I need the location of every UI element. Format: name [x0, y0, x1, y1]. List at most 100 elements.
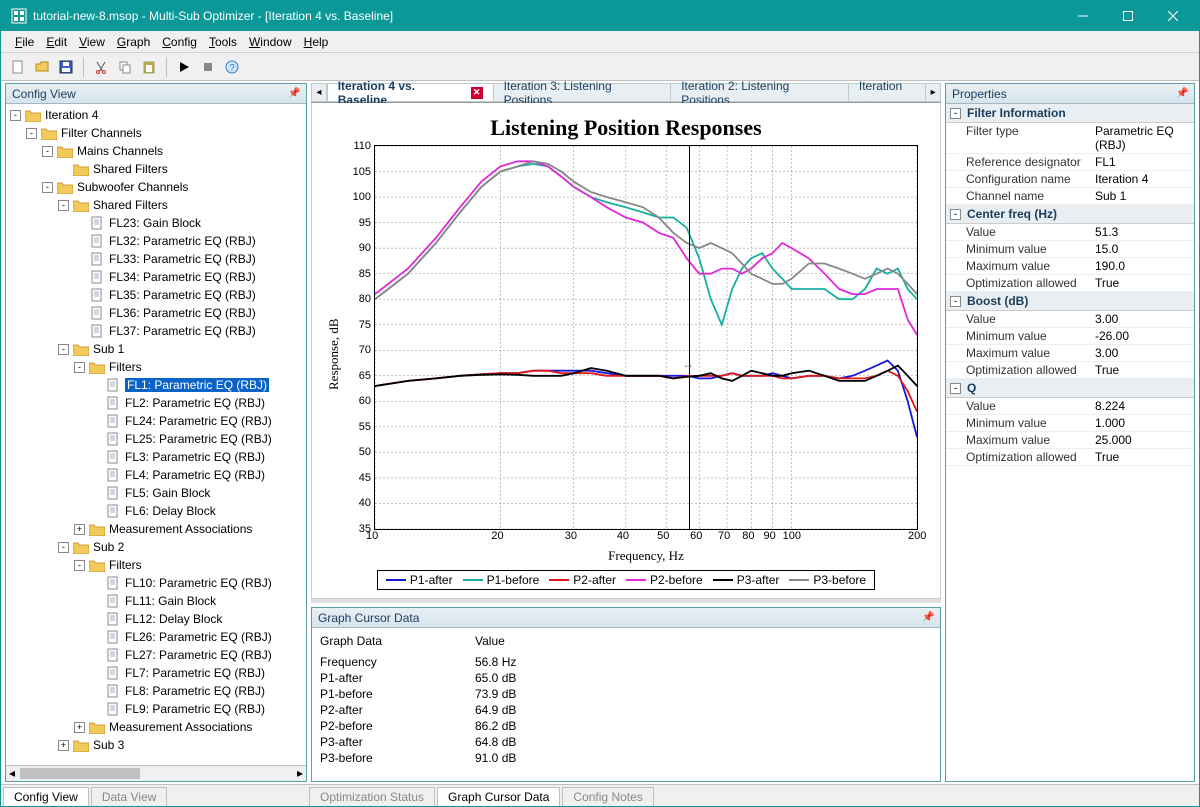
tree-item[interactable]: -Shared Filters: [6, 196, 306, 214]
collapse-icon[interactable]: -: [26, 128, 37, 139]
tab-scroll-left[interactable]: ◂: [311, 83, 327, 102]
tree-item[interactable]: FL9: Parametric EQ (RBJ): [6, 700, 306, 718]
property-row[interactable]: Filter typeParametric EQ (RBJ): [946, 123, 1194, 154]
tree-item[interactable]: FL37: Parametric EQ (RBJ): [6, 322, 306, 340]
copy-button[interactable]: [114, 56, 136, 78]
tree-item[interactable]: +Sub 3: [6, 736, 306, 754]
tree-item[interactable]: -Subwoofer Channels: [6, 178, 306, 196]
property-group-header[interactable]: -Q: [946, 379, 1194, 398]
expand-icon[interactable]: +: [58, 740, 69, 751]
property-value[interactable]: True: [1095, 450, 1190, 464]
property-row[interactable]: Maximum value25.000: [946, 432, 1194, 449]
menu-file[interactable]: File: [9, 33, 40, 51]
property-row[interactable]: Channel nameSub 1: [946, 188, 1194, 205]
collapse-icon[interactable]: -: [950, 383, 961, 394]
property-value[interactable]: 190.0: [1095, 259, 1190, 273]
property-value[interactable]: Parametric EQ (RBJ): [1095, 124, 1190, 152]
menu-window[interactable]: Window: [243, 33, 298, 51]
property-row[interactable]: Value51.3: [946, 224, 1194, 241]
menu-edit[interactable]: Edit: [40, 33, 73, 51]
expand-icon[interactable]: +: [74, 524, 85, 535]
tab-optimization-status[interactable]: Optimization Status: [309, 787, 435, 806]
tree-item[interactable]: FL5: Gain Block: [6, 484, 306, 502]
chart-area[interactable]: Listening Position Responses Response, d…: [311, 103, 941, 599]
menu-help[interactable]: Help: [298, 33, 335, 51]
property-value[interactable]: -26.00: [1095, 329, 1190, 343]
tree-item[interactable]: FL23: Gain Block: [6, 214, 306, 232]
property-group-header[interactable]: -Boost (dB): [946, 292, 1194, 311]
help-button[interactable]: ?: [221, 56, 243, 78]
collapse-icon[interactable]: -: [950, 108, 961, 119]
tree-item[interactable]: FL8: Parametric EQ (RBJ): [6, 682, 306, 700]
new-file-button[interactable]: [7, 56, 29, 78]
tree-item[interactable]: FL27: Parametric EQ (RBJ): [6, 646, 306, 664]
property-row[interactable]: Configuration nameIteration 4: [946, 171, 1194, 188]
property-value[interactable]: 25.000: [1095, 433, 1190, 447]
menu-tools[interactable]: Tools: [203, 33, 243, 51]
paste-button[interactable]: [138, 56, 160, 78]
property-row[interactable]: Maximum value3.00: [946, 345, 1194, 362]
property-value[interactable]: 1.000: [1095, 416, 1190, 430]
pin-icon[interactable]: 📌: [288, 88, 300, 100]
collapse-icon[interactable]: -: [58, 200, 69, 211]
collapse-icon[interactable]: -: [58, 344, 69, 355]
titlebar[interactable]: tutorial-new-8.msop - Multi-Sub Optimize…: [1, 1, 1199, 31]
tree-item[interactable]: FL32: Parametric EQ (RBJ): [6, 232, 306, 250]
property-value[interactable]: 3.00: [1095, 346, 1190, 360]
tree-item[interactable]: FL11: Gain Block: [6, 592, 306, 610]
tree-item[interactable]: FL2: Parametric EQ (RBJ): [6, 394, 306, 412]
collapse-icon[interactable]: -: [42, 146, 53, 157]
tab-graph-cursor-data[interactable]: Graph Cursor Data: [437, 787, 560, 806]
collapse-icon[interactable]: -: [42, 182, 53, 193]
tree-item[interactable]: -Sub 2: [6, 538, 306, 556]
property-value[interactable]: 51.3: [1095, 225, 1190, 239]
tree-item[interactable]: -Filters: [6, 358, 306, 376]
tab-iteration-3[interactable]: Iteration 3: Listening Positions: [493, 83, 672, 102]
open-file-button[interactable]: [31, 56, 53, 78]
property-group-header[interactable]: -Center freq (Hz): [946, 205, 1194, 224]
tree-item[interactable]: +Measurement Associations: [6, 718, 306, 736]
tab-config-view[interactable]: Config View: [3, 787, 89, 806]
tree-item[interactable]: FL25: Parametric EQ (RBJ): [6, 430, 306, 448]
tree-item[interactable]: FL34: Parametric EQ (RBJ): [6, 268, 306, 286]
property-value[interactable]: 15.0: [1095, 242, 1190, 256]
property-value[interactable]: Sub 1: [1095, 189, 1190, 203]
tree-item[interactable]: FL1: Parametric EQ (RBJ): [6, 376, 306, 394]
collapse-icon[interactable]: -: [10, 110, 21, 121]
tree-item[interactable]: +Measurement Associations: [6, 520, 306, 538]
maximize-button[interactable]: [1105, 2, 1150, 30]
tree-item[interactable]: FL10: Parametric EQ (RBJ): [6, 574, 306, 592]
property-row[interactable]: Maximum value190.0: [946, 258, 1194, 275]
tree-item[interactable]: FL33: Parametric EQ (RBJ): [6, 250, 306, 268]
property-group-header[interactable]: -Filter Information: [946, 104, 1194, 123]
chart-plot[interactable]: 35404550556065707580859095100105110 ↔: [374, 145, 918, 530]
tree-item[interactable]: FL26: Parametric EQ (RBJ): [6, 628, 306, 646]
property-value[interactable]: 8.224: [1095, 399, 1190, 413]
tree-item[interactable]: -Filters: [6, 556, 306, 574]
tab-data-view[interactable]: Data View: [91, 787, 167, 806]
property-value[interactable]: True: [1095, 363, 1190, 377]
tree-item[interactable]: -Filter Channels: [6, 124, 306, 142]
tree-item[interactable]: FL3: Parametric EQ (RBJ): [6, 448, 306, 466]
tree-item[interactable]: -Mains Channels: [6, 142, 306, 160]
chart-cursor-line[interactable]: [689, 146, 690, 529]
expand-icon[interactable]: +: [74, 722, 85, 733]
property-row[interactable]: Optimization allowedTrue: [946, 275, 1194, 292]
pin-icon[interactable]: 📌: [1176, 88, 1188, 100]
collapse-icon[interactable]: -: [74, 362, 85, 373]
properties-body[interactable]: -Filter InformationFilter typeParametric…: [946, 104, 1194, 781]
property-row[interactable]: Minimum value15.0: [946, 241, 1194, 258]
menu-graph[interactable]: Graph: [111, 33, 156, 51]
minimize-button[interactable]: [1060, 2, 1105, 30]
property-row[interactable]: Reference designatorFL1: [946, 154, 1194, 171]
property-row[interactable]: Optimization allowedTrue: [946, 449, 1194, 466]
tab-iteration-4-vs-baseline[interactable]: Iteration 4 vs. Baseline ✕: [327, 83, 494, 102]
property-value[interactable]: FL1: [1095, 155, 1190, 169]
pin-icon[interactable]: 📌: [922, 612, 934, 624]
tree-item[interactable]: FL7: Parametric EQ (RBJ): [6, 664, 306, 682]
property-row[interactable]: Value3.00: [946, 311, 1194, 328]
horizontal-splitter[interactable]: [311, 599, 941, 603]
property-value[interactable]: Iteration 4: [1095, 172, 1190, 186]
property-row[interactable]: Value8.224: [946, 398, 1194, 415]
tab-config-notes[interactable]: Config Notes: [562, 787, 653, 806]
